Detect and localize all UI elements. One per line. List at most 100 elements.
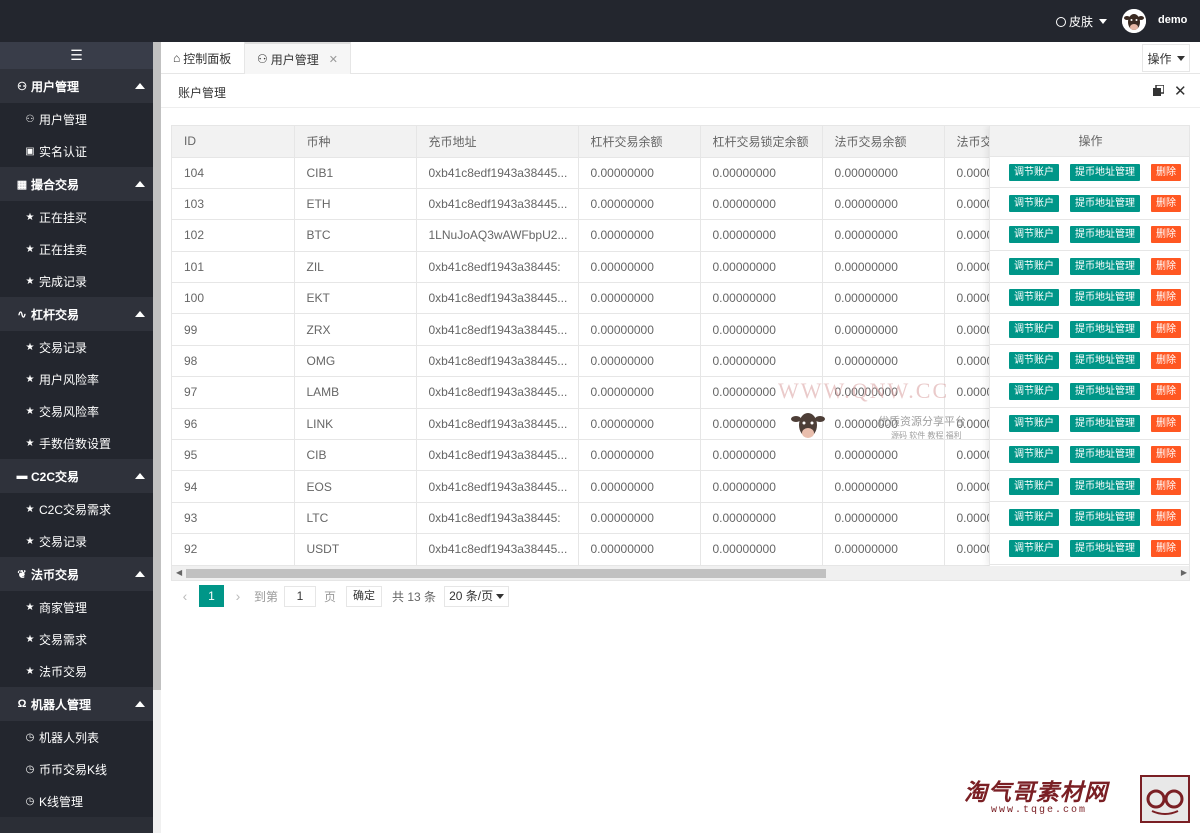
adjust-account-button[interactable]: 调节账户 [1009, 226, 1059, 244]
username[interactable]: demo [1158, 14, 1187, 26]
delete-button[interactable]: 删除 [1151, 477, 1181, 495]
withdraw-address-button[interactable]: 提币地址管理 [1070, 352, 1140, 370]
delete-button[interactable]: 删除 [1151, 446, 1181, 464]
withdraw-address-button[interactable]: 提币地址管理 [1070, 195, 1140, 213]
close-icon[interactable]: ✕ [329, 53, 338, 66]
delete-button[interactable]: 删除 [1151, 352, 1181, 370]
column-header[interactable]: 充币地址 [416, 126, 579, 158]
scroll-left-icon[interactable]: ◀ [176, 568, 182, 577]
goto-confirm-button[interactable]: 确定 [346, 585, 383, 607]
delete-button[interactable]: 删除 [1151, 320, 1181, 338]
page-current[interactable]: 1 [199, 585, 224, 607]
table-cell: 0.00000000 [822, 282, 945, 315]
withdraw-address-button[interactable]: 提币地址管理 [1070, 320, 1140, 338]
sidebar-group-users[interactable]: ⚇ 用户管理 [0, 69, 153, 103]
sidebar-group-c2c[interactable]: ▬ C2C交易 [0, 459, 153, 493]
adjust-account-button[interactable]: 调节账户 [1009, 446, 1059, 464]
delete-button[interactable]: 删除 [1151, 195, 1181, 213]
sidebar-item-buying[interactable]: ★ 正在挂买 [0, 201, 153, 233]
sidebar-item-c2c-records[interactable]: ★ 交易记录 [0, 525, 153, 557]
scrollbar-thumb[interactable] [153, 42, 161, 690]
column-header[interactable]: 币种 [294, 126, 417, 158]
sidebar-item-completed[interactable]: ★ 完成记录 [0, 265, 153, 297]
maximize-icon[interactable] [1153, 85, 1164, 96]
adjust-account-button[interactable]: 调节账户 [1009, 383, 1059, 401]
top-header: 皮肤 demo [0, 0, 1200, 42]
sidebar-group-label: 用户管理 [31, 79, 80, 94]
withdraw-address-button[interactable]: 提币地址管理 [1070, 477, 1140, 495]
withdraw-address-button[interactable]: 提币地址管理 [1070, 540, 1140, 558]
adjust-account-button[interactable]: 调节账户 [1009, 320, 1059, 338]
sidebar-item-trade-risk[interactable]: ★ 交易风险率 [0, 395, 153, 427]
sidebar-item-user-risk[interactable]: ★ 用户风险率 [0, 363, 153, 395]
withdraw-address-button[interactable]: 提币地址管理 [1070, 508, 1140, 526]
sidebar-group-fiat[interactable]: ❦ 法币交易 [0, 557, 153, 591]
tab-user-management[interactable]: ⚇ 用户管理 ✕ [245, 42, 351, 74]
adjust-account-button[interactable]: 调节账户 [1009, 414, 1059, 432]
adjust-account-button[interactable]: 调节账户 [1009, 540, 1059, 558]
sidebar-item-c2c-demand[interactable]: ★ C2C交易需求 [0, 493, 153, 525]
skin-menu[interactable]: 皮肤 [1056, 13, 1108, 30]
table-cell: 1LNuJoAQ3wAWFbpU2... [416, 219, 579, 252]
withdraw-address-button[interactable]: 提币地址管理 [1070, 414, 1140, 432]
delete-button[interactable]: 删除 [1151, 508, 1181, 526]
sidebar-item-selling[interactable]: ★ 正在挂卖 [0, 233, 153, 265]
goto-page-input[interactable]: 1 [284, 585, 317, 607]
adjust-account-button[interactable]: 调节账户 [1009, 352, 1059, 370]
column-header[interactable]: 法币交易余额 [822, 126, 945, 158]
adjust-account-button[interactable]: 调节账户 [1009, 289, 1059, 307]
prev-page-icon[interactable]: ‹ [173, 585, 197, 607]
adjust-account-button[interactable]: 调节账户 [1009, 477, 1059, 495]
table-cell: 0.00000000 [700, 502, 823, 535]
scroll-right-icon[interactable]: ▶ [1181, 568, 1187, 577]
sidebar-item-kline-manage[interactable]: ◷ K线管理 [0, 785, 153, 817]
avatar[interactable] [1122, 9, 1146, 33]
page-size-select[interactable]: 20 条/页 [444, 585, 510, 607]
sidebar-item-merchants[interactable]: ★ 商家管理 [0, 591, 153, 623]
adjust-account-button[interactable]: 调节账户 [1009, 163, 1059, 181]
sidebar-group-leverage[interactable]: ∿ 杠杆交易 [0, 297, 153, 331]
close-icon[interactable]: ✕ [1174, 82, 1187, 100]
chevron-up-icon [135, 473, 145, 479]
withdraw-address-button[interactable]: 提币地址管理 [1070, 257, 1140, 275]
sidebar-scrollbar[interactable] [153, 42, 161, 833]
delete-button[interactable]: 删除 [1151, 289, 1181, 307]
sidebar-item-kline-trade[interactable]: ◷ 币币交易K线 [0, 753, 153, 785]
withdraw-address-button[interactable]: 提币地址管理 [1070, 446, 1140, 464]
delete-button[interactable]: 删除 [1151, 257, 1181, 275]
delete-button[interactable]: 删除 [1151, 414, 1181, 432]
operations-dropdown[interactable]: 操作 [1142, 44, 1190, 72]
sidebar-group-matching[interactable]: ▦ 撮合交易 [0, 167, 153, 201]
sidebar-item-robot-list[interactable]: ◷ 机器人列表 [0, 721, 153, 753]
sidebar-item-fiat-trade[interactable]: ★ 法币交易 [0, 655, 153, 687]
table-cell: 0.00000000 [822, 470, 945, 503]
delete-button[interactable]: 删除 [1151, 540, 1181, 558]
withdraw-address-button[interactable]: 提币地址管理 [1070, 289, 1140, 307]
delete-button[interactable]: 删除 [1151, 226, 1181, 244]
sidebar-group-robots[interactable]: Ω 机器人管理 [0, 687, 153, 721]
adjust-account-button[interactable]: 调节账户 [1009, 257, 1059, 275]
column-header[interactable]: ID [172, 126, 295, 158]
withdraw-address-button[interactable]: 提币地址管理 [1070, 383, 1140, 401]
horizontal-scrollbar[interactable]: ◀ ▶ [172, 566, 1189, 580]
column-header[interactable]: 杠杆交易余额 [578, 126, 701, 158]
tab-dashboard[interactable]: ⌂ 控制面板 [161, 42, 245, 74]
sidebar-item-kyc[interactable]: ▣ 实名认证 [0, 135, 153, 167]
delete-button[interactable]: 删除 [1151, 383, 1181, 401]
table-cell: 99 [172, 313, 295, 346]
user-icon: ⚇ [25, 113, 35, 125]
column-header[interactable]: 杠杆交易锁定余额 [700, 126, 823, 158]
sidebar-item-lot-multiplier[interactable]: ★ 手数倍数设置 [0, 427, 153, 459]
adjust-account-button[interactable]: 调节账户 [1009, 508, 1059, 526]
menu-toggle-icon[interactable]: ☰ [0, 42, 153, 69]
adjust-account-button[interactable]: 调节账户 [1009, 195, 1059, 213]
delete-button[interactable]: 删除 [1151, 163, 1181, 181]
next-page-icon[interactable]: › [226, 585, 250, 607]
withdraw-address-button[interactable]: 提币地址管理 [1070, 163, 1140, 181]
sidebar-item-user-management[interactable]: ⚇ 用户管理 [0, 103, 153, 135]
scrollbar-thumb[interactable] [186, 569, 826, 578]
withdraw-address-button[interactable]: 提币地址管理 [1070, 226, 1140, 244]
watermark-brand: 淘气哥素材网 [964, 779, 1108, 805]
sidebar-item-fiat-demand[interactable]: ★ 交易需求 [0, 623, 153, 655]
sidebar-item-trade-records[interactable]: ★ 交易记录 [0, 331, 153, 363]
